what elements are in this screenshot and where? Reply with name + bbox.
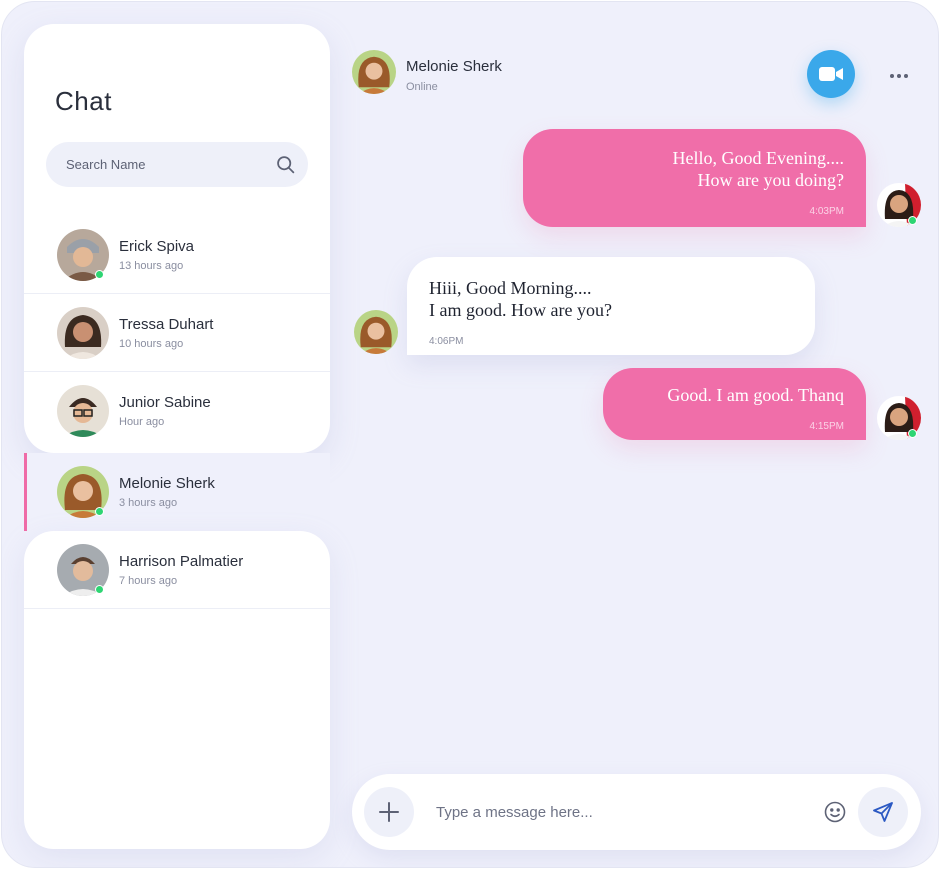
avatar: [57, 307, 109, 359]
message-text: Good. I am good. Thanq: [667, 385, 844, 405]
avatar-image: [57, 307, 109, 359]
video-call-button[interactable]: [807, 50, 855, 98]
online-status-dot: [908, 429, 918, 439]
contact-name: Tressa Duhart: [119, 316, 214, 333]
sender-avatar: [877, 183, 921, 227]
search-input[interactable]: [66, 142, 266, 187]
online-status-dot: [908, 216, 918, 226]
sender-avatar: [354, 310, 398, 354]
contact-name: Melonie Sherk: [119, 475, 215, 492]
contact-name: Junior Sabine: [119, 394, 211, 411]
avatar: [57, 229, 109, 281]
sender-avatar: [877, 396, 921, 440]
contact-name: Erick Spiva: [119, 238, 195, 255]
message-input[interactable]: [436, 792, 816, 832]
avatar: [57, 544, 109, 596]
smiley-icon[interactable]: [823, 800, 847, 824]
contact-item-tressa-duhart[interactable]: Tressa Duhart 10 hours ago: [24, 294, 330, 372]
contact-item-junior-sabine[interactable]: Junior Sabine Hour ago: [24, 372, 330, 450]
outgoing-message: Hello, Good Evening.... How are you doin…: [523, 129, 866, 227]
avatar-image: [57, 385, 109, 437]
message-time: 4:06PM: [429, 336, 464, 347]
contact-last-seen: 7 hours ago: [119, 575, 178, 587]
contact-item-erick-spiva[interactable]: Erick Spiva 13 hours ago: [24, 216, 330, 294]
avatar-image: [352, 50, 396, 94]
more-options-icon[interactable]: [883, 64, 915, 88]
chat-app: Chat Erick Spiva 13 hours ago: [1, 1, 939, 868]
online-status-dot: [95, 506, 105, 516]
avatar-image: [354, 310, 398, 354]
plus-icon: [379, 802, 399, 822]
incoming-message: Hiii, Good Morning.... I am good. How ar…: [407, 257, 815, 355]
message-time: 4:03PM: [809, 206, 844, 217]
send-button[interactable]: [858, 787, 908, 837]
contact-item-harrison-palmatier[interactable]: Harrison Palmatier 7 hours ago: [24, 531, 330, 609]
contact-name: Harrison Palmatier: [119, 553, 244, 570]
contact-last-seen: 10 hours ago: [119, 338, 184, 350]
message-text: Hiii, Good Morning.... I am good. How ar…: [429, 278, 612, 320]
paper-plane-icon: [873, 802, 893, 822]
message-time: 4:15PM: [809, 421, 844, 432]
search-box[interactable]: [46, 142, 308, 187]
contact-last-seen: 3 hours ago: [119, 497, 178, 509]
video-camera-icon: [819, 67, 843, 81]
attach-button[interactable]: [364, 787, 414, 837]
message-composer: [352, 774, 921, 850]
avatar: [57, 466, 109, 518]
outgoing-message: Good. I am good. Thanq 4:15PM: [603, 368, 866, 440]
online-status-dot: [95, 584, 105, 594]
message-text: Hello, Good Evening.... How are you doin…: [672, 148, 844, 190]
avatar: [57, 385, 109, 437]
divider: [24, 608, 330, 609]
sidebar-title: Chat: [55, 86, 112, 116]
contact-item-melonie-sherk[interactable]: Melonie Sherk 3 hours ago: [24, 453, 330, 531]
chat-contact-status: Online: [406, 81, 438, 93]
search-icon[interactable]: [275, 154, 296, 175]
chat-contact-name: Melonie Sherk: [406, 58, 502, 75]
contact-last-seen: 13 hours ago: [119, 260, 184, 272]
chat-header-avatar[interactable]: [352, 50, 396, 94]
online-status-dot: [95, 269, 105, 279]
contact-last-seen: Hour ago: [119, 416, 165, 428]
